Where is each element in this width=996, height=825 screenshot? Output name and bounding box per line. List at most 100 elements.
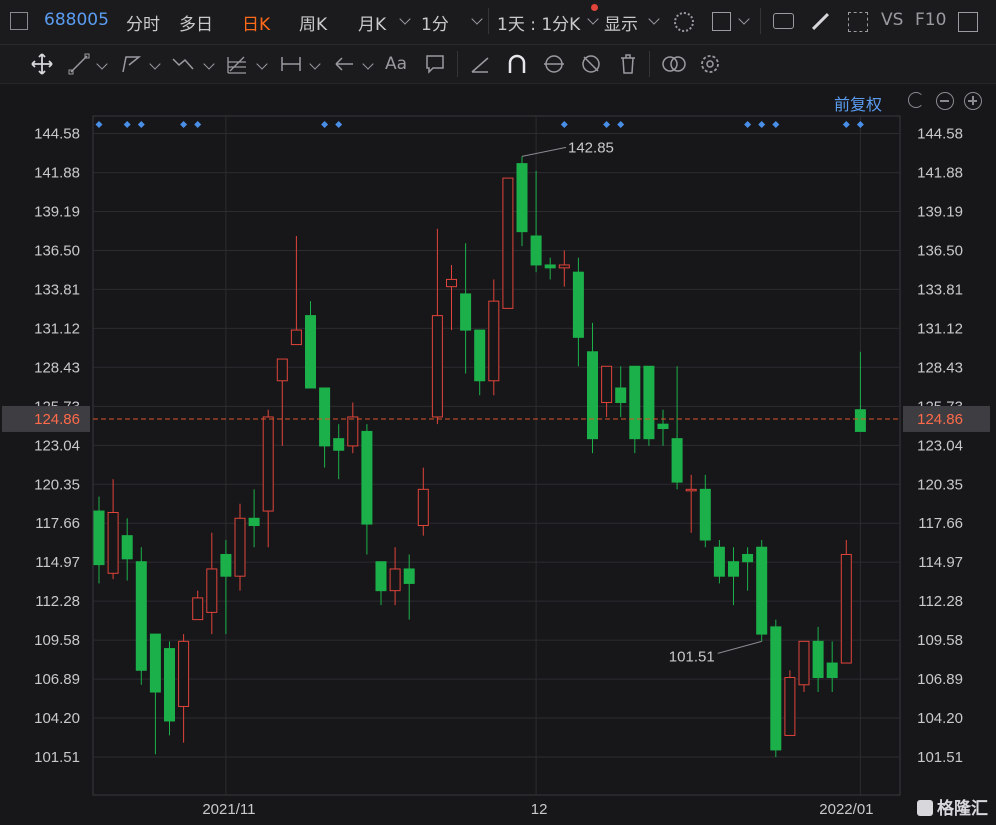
candle-body[interactable]	[488, 300, 500, 382]
candle-body[interactable]	[629, 365, 641, 440]
candle-body[interactable]	[164, 648, 175, 722]
x-tick-label: 2021/11	[202, 801, 255, 818]
candle-body[interactable]	[149, 633, 161, 693]
y-tick-label-right: 109.58	[917, 632, 963, 649]
candle-body[interactable]	[431, 315, 443, 418]
candle-body[interactable]	[812, 640, 824, 679]
event-marker-icon[interactable]	[617, 121, 625, 128]
candle-body[interactable]	[389, 568, 401, 592]
y-tick-label-left: 114.97	[35, 554, 80, 571]
candle-body[interactable]	[474, 329, 486, 382]
event-marker-icon[interactable]	[560, 121, 568, 128]
candle-body[interactable]	[220, 553, 232, 577]
candle-body[interactable]	[107, 511, 119, 574]
candle-body[interactable]	[826, 662, 838, 679]
candle-body[interactable]	[262, 416, 274, 512]
brand-logo: 格隆汇	[917, 794, 988, 819]
candle-body[interactable]	[516, 163, 528, 233]
candle-body[interactable]	[417, 488, 429, 527]
candle-body[interactable]	[558, 264, 570, 269]
candle-body[interactable]	[276, 358, 288, 382]
candle-body[interactable]	[135, 561, 147, 671]
candle-body[interactable]	[713, 546, 725, 577]
event-marker-icon[interactable]	[744, 121, 752, 128]
y-tick-label-right: 117.66	[918, 515, 963, 532]
brand-icon	[917, 800, 933, 816]
candle-body[interactable]	[305, 315, 316, 389]
candle-body[interactable]	[375, 561, 387, 592]
candle-body[interactable]	[601, 365, 613, 403]
candle-body[interactable]	[192, 597, 204, 621]
event-marker-icon[interactable]	[842, 121, 850, 128]
candle-body[interactable]	[530, 235, 542, 266]
candle-body[interactable]	[93, 510, 105, 566]
candle-body[interactable]	[178, 640, 190, 707]
candle-body[interactable]	[742, 553, 754, 563]
candle-body[interactable]	[784, 677, 796, 736]
event-marker-icon[interactable]	[603, 121, 611, 128]
candle-body[interactable]	[121, 535, 133, 560]
candle-body[interactable]	[657, 423, 669, 430]
candle-body[interactable]	[770, 626, 782, 751]
y-tick-label-right: 123.04	[917, 437, 963, 454]
y-tick-label-left: 136.50	[34, 242, 80, 259]
candle-body[interactable]	[854, 409, 866, 432]
event-marker-icon[interactable]	[856, 121, 864, 128]
event-marker-icon[interactable]	[137, 121, 145, 128]
candle-body[interactable]	[460, 293, 472, 331]
y-tick-label-left: 120.35	[34, 476, 80, 493]
event-marker-icon[interactable]	[194, 121, 202, 128]
event-marker-icon[interactable]	[180, 121, 188, 128]
candle-body[interactable]	[206, 568, 218, 613]
candle-body[interactable]	[290, 329, 302, 346]
candle-body[interactable]	[347, 416, 359, 447]
candle-body[interactable]	[798, 640, 810, 686]
candle-body[interactable]	[643, 365, 655, 440]
candle-body[interactable]	[333, 438, 345, 451]
y-tick-label-right: 128.43	[917, 359, 963, 376]
candle-body[interactable]	[685, 488, 697, 492]
y-tick-label-right: 101.51	[917, 749, 963, 766]
event-marker-icon[interactable]	[758, 121, 766, 128]
candle-body[interactable]	[671, 438, 683, 483]
candle-body[interactable]	[728, 561, 739, 577]
y-tick-label-left: 109.58	[34, 632, 80, 649]
candlestick-chart[interactable]: 144.58 144.58 141.88 141.88 139.19 139.19 136.…	[0, 0, 996, 825]
y-tick-label-right: 133.81	[917, 281, 963, 298]
event-marker-icon[interactable]	[335, 121, 343, 128]
max-annotation-line	[521, 146, 567, 157]
candle-body[interactable]	[234, 517, 246, 577]
candle-body[interactable]	[699, 488, 711, 541]
event-marker-icon[interactable]	[123, 121, 131, 128]
candle-body[interactable]	[446, 278, 457, 288]
y-tick-label-right: 144.58	[917, 126, 963, 143]
brand-name: 格隆汇	[937, 799, 988, 819]
y-tick-label-left: 139.19	[34, 204, 80, 221]
y-tick-label-left: 104.20	[34, 710, 80, 727]
y-tick-label-left: 101.51	[34, 749, 80, 766]
candle-body[interactable]	[840, 553, 852, 664]
min-annotation-line	[717, 640, 762, 654]
y-tick-label-left: 112.28	[35, 593, 80, 610]
candle-body[interactable]	[615, 387, 627, 403]
y-tick-label-left: 131.12	[34, 320, 80, 337]
candle-body[interactable]	[756, 546, 768, 635]
y-tick-label-left: 141.88	[34, 165, 80, 182]
event-marker-icon[interactable]	[321, 121, 329, 128]
event-marker-icon[interactable]	[772, 121, 780, 128]
candle-body[interactable]	[361, 430, 373, 525]
candle-body[interactable]	[319, 387, 331, 447]
event-marker-icon[interactable]	[95, 121, 103, 128]
candle-body[interactable]	[248, 517, 260, 527]
current-price-label-left: 124.86	[34, 411, 80, 428]
candle-body[interactable]	[403, 568, 415, 584]
candle-body[interactable]	[587, 351, 598, 440]
y-tick-label-right: 104.20	[917, 710, 963, 727]
y-tick-label-left: 106.89	[34, 671, 80, 688]
candle-body[interactable]	[544, 264, 556, 269]
candle-body[interactable]	[502, 177, 514, 309]
candle-body[interactable]	[572, 271, 584, 338]
y-tick-label-right: 120.35	[917, 476, 963, 493]
x-tick-label: 12	[531, 801, 548, 818]
y-tick-label-left: 133.81	[34, 281, 80, 298]
